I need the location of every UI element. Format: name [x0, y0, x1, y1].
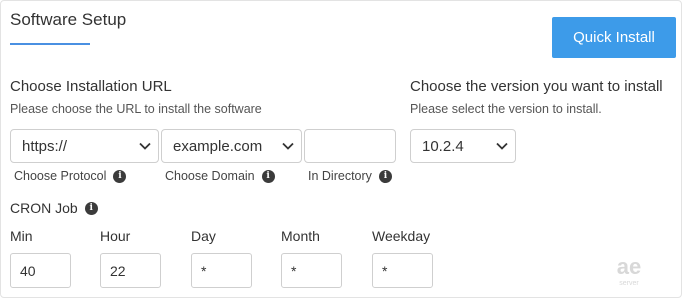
chevron-down-icon: [496, 142, 508, 150]
directory-label: In Directory i: [308, 169, 392, 183]
svg-text:ae: ae: [617, 254, 641, 279]
chevron-down-icon: [139, 142, 151, 150]
cron-month-value: *: [291, 262, 297, 279]
domain-select[interactable]: example.com: [161, 129, 302, 163]
title-underline: [10, 43, 90, 45]
protocol-label: Choose Protocol i: [14, 169, 127, 183]
cron-day-input[interactable]: *: [191, 253, 252, 288]
domain-value: example.com: [173, 137, 263, 155]
protocol-value: https://: [22, 137, 68, 155]
version-heading: Choose the version you want to install: [410, 78, 663, 95]
domain-label-text: Choose Domain: [165, 169, 255, 183]
panel-title: Software Setup: [10, 10, 127, 29]
cron-hour-label: Hour: [100, 228, 131, 244]
protocol-select[interactable]: https://: [10, 129, 159, 163]
version-value: 10.2.4: [422, 137, 464, 155]
directory-input[interactable]: [304, 129, 396, 163]
domain-label: Choose Domain i: [165, 169, 275, 183]
protocol-label-text: Choose Protocol: [14, 169, 107, 183]
cron-weekday-label: Weekday: [372, 228, 431, 244]
directory-label-text: In Directory: [308, 169, 372, 183]
cron-weekday-input[interactable]: *: [372, 253, 433, 288]
info-icon[interactable]: i: [84, 201, 98, 215]
installation-url-heading: Choose Installation URL: [10, 78, 172, 95]
cron-min-value: 40: [20, 262, 36, 279]
cron-min-label: Min: [10, 228, 33, 244]
cron-hour-input[interactable]: 22: [100, 253, 161, 288]
cron-day-label: Day: [191, 228, 216, 244]
quick-install-button[interactable]: Quick Install: [552, 17, 676, 58]
cron-day-value: *: [201, 262, 207, 279]
cron-month-input[interactable]: *: [281, 253, 342, 288]
installation-url-hint: Please choose the URL to install the sof…: [10, 102, 262, 116]
chevron-down-icon: [282, 142, 294, 150]
cron-hour-value: 22: [110, 262, 126, 279]
version-hint: Please select the version to install.: [410, 102, 602, 116]
cron-job-label-text: CRON Job: [10, 200, 78, 216]
cron-weekday-value: *: [382, 262, 388, 279]
svg-text:server: server: [619, 280, 639, 287]
info-icon[interactable]: i: [261, 169, 275, 183]
cron-job-label: CRON Job i: [10, 200, 98, 216]
software-setup-panel: Software Setup Quick Install Choose Inst…: [0, 0, 682, 298]
cron-min-input[interactable]: 40: [10, 253, 71, 288]
cron-month-label: Month: [281, 228, 320, 244]
info-icon[interactable]: i: [378, 169, 392, 183]
info-icon[interactable]: i: [113, 169, 127, 183]
watermark-logo: ae server: [617, 254, 641, 287]
version-select[interactable]: 10.2.4: [410, 129, 516, 163]
